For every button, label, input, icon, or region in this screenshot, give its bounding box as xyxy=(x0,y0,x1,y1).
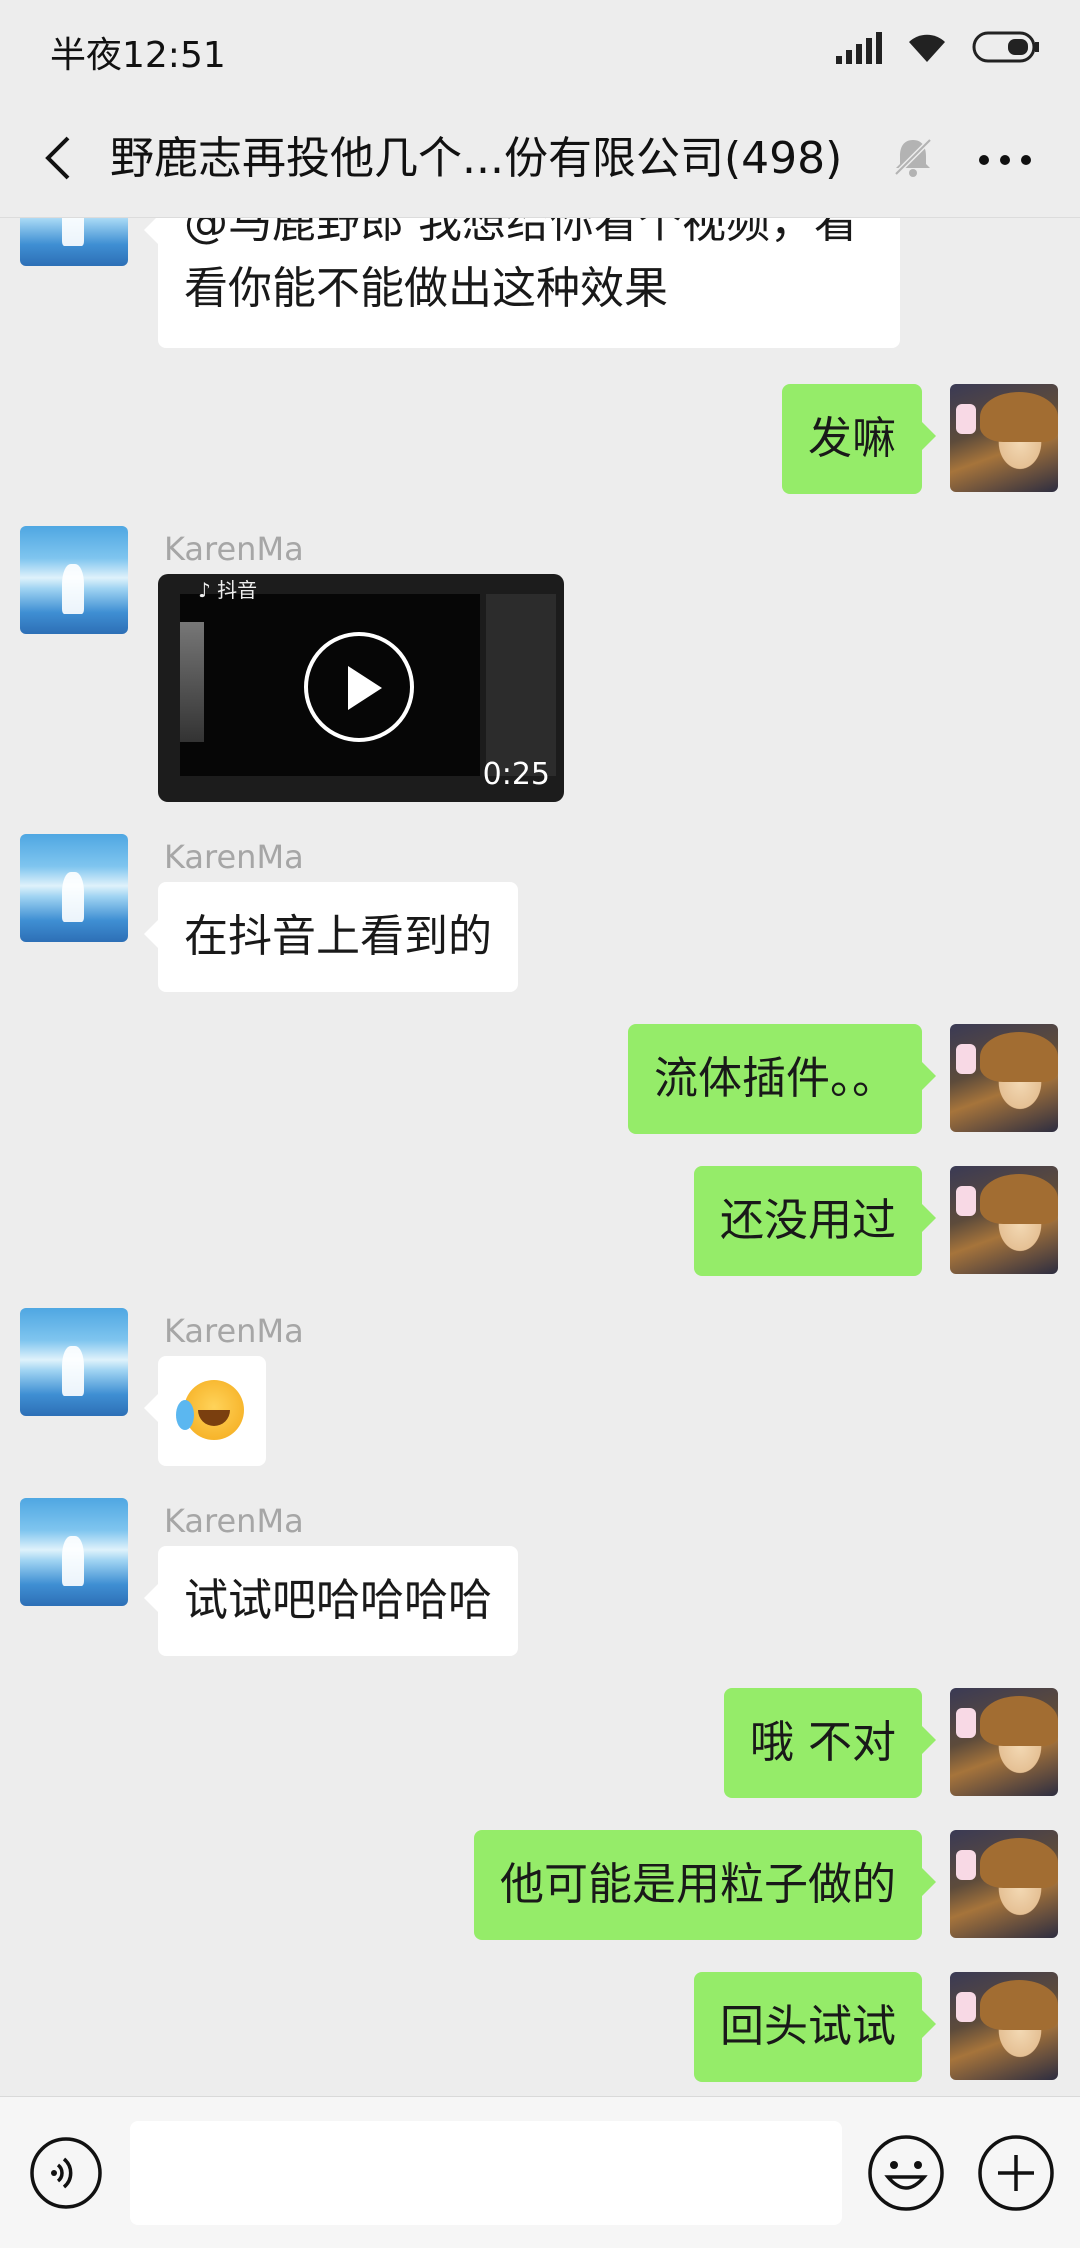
status-bar: 半夜12:51 xyxy=(0,0,1080,100)
message-bubble[interactable] xyxy=(144,1356,266,1466)
sender-name: KarenMa xyxy=(164,530,304,568)
video-thumbnail-panel xyxy=(486,594,556,776)
sender-name: KarenMa xyxy=(164,838,304,876)
avatar[interactable] xyxy=(20,1308,128,1416)
message-bubble[interactable]: @马鹿野郎 我想给你看个视频，看 看你能不能做出这种效果 xyxy=(144,218,900,348)
message-bubble[interactable]: 他可能是用粒子做的 xyxy=(474,1830,936,1940)
message-list[interactable]: @马鹿野郎 我想给你看个视频，看 看你能不能做出这种效果 发嘛 KarenMa … xyxy=(0,218,1080,2096)
voice-icon[interactable] xyxy=(28,2135,104,2211)
wifi-icon xyxy=(909,34,945,62)
avatar[interactable] xyxy=(950,1024,1058,1132)
message-text: 他可能是用粒子做的 xyxy=(500,1859,896,1910)
status-time: 半夜12:51 xyxy=(50,35,226,76)
sender-name: KarenMa xyxy=(164,1502,304,1540)
message-text: 哦 不对 xyxy=(750,1717,896,1768)
sender-name: KarenMa xyxy=(164,1312,304,1350)
message-bubble[interactable]: 试试吧哈哈哈哈 xyxy=(144,1546,518,1656)
video-duration: 0:25 xyxy=(482,757,550,792)
chat-title[interactable]: 野鹿志再投他几个...份有限公司(498) xyxy=(110,124,860,194)
message-text: 还没用过 xyxy=(720,1195,896,1246)
video-message[interactable]: ♪ 抖音 0:25 xyxy=(158,574,564,802)
play-icon[interactable] xyxy=(304,632,414,742)
message-text: 试试吧哈哈哈哈 xyxy=(184,1575,492,1626)
video-thumbnail-panel xyxy=(180,622,204,742)
message-input[interactable] xyxy=(130,2121,842,2225)
message-bubble[interactable]: 哦 不对 xyxy=(724,1688,936,1798)
message-bubble[interactable]: 发嘛 xyxy=(782,384,936,494)
avatar[interactable] xyxy=(20,834,128,942)
avatar[interactable] xyxy=(20,526,128,634)
avatar[interactable] xyxy=(950,1830,1058,1938)
message-bubble[interactable]: 回头试试 xyxy=(694,1972,936,2082)
avatar[interactable] xyxy=(950,384,1058,492)
battery-icon xyxy=(972,31,1039,63)
avatar[interactable] xyxy=(950,1972,1058,2080)
message-bubble[interactable]: 流体插件。。 xyxy=(628,1024,936,1134)
avatar[interactable] xyxy=(950,1166,1058,1274)
mute-bell-icon xyxy=(894,138,932,177)
more-icon[interactable] xyxy=(970,130,1040,190)
avatar[interactable] xyxy=(20,218,128,266)
message-bubble[interactable]: 在抖音上看到的 xyxy=(144,882,518,992)
message-text: 回头试试 xyxy=(720,2001,896,2052)
chat-header: 野鹿志再投他几个...份有限公司(498) xyxy=(0,100,1080,218)
message-bubble[interactable]: 还没用过 xyxy=(694,1166,936,1276)
signal-icon xyxy=(836,32,882,64)
video-logo: ♪ 抖音 xyxy=(198,578,258,602)
message-text: 在抖音上看到的 xyxy=(184,911,492,962)
message-text: 流体插件。。 xyxy=(654,1053,896,1104)
message-text: @马鹿野郎 我想给你看个视频，看 xyxy=(184,218,858,248)
facepalm-laugh-emoji xyxy=(176,1380,244,1440)
status-icons xyxy=(836,30,1040,64)
input-bar xyxy=(0,2096,1080,2248)
message-text: 看你能不能做出这种效果 xyxy=(184,263,668,314)
plus-icon[interactable] xyxy=(976,2133,1056,2213)
message-text: 发嘛 xyxy=(808,413,896,464)
back-icon[interactable] xyxy=(30,128,90,188)
avatar[interactable] xyxy=(950,1688,1058,1796)
avatar[interactable] xyxy=(20,1498,128,1606)
emoji-icon[interactable] xyxy=(866,2133,946,2213)
